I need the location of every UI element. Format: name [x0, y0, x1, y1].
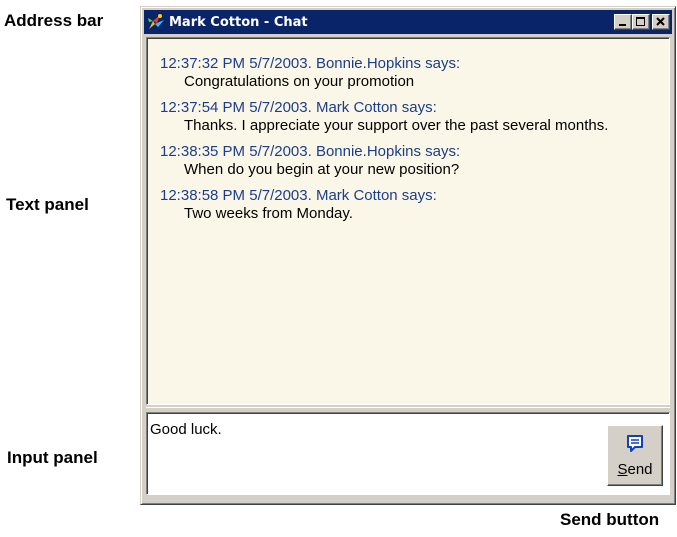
send-label-rest: end	[627, 461, 653, 478]
message-header: 12:38:58 PM 5/7/2003. Mark Cotton says:	[160, 187, 437, 204]
close-button[interactable]	[652, 14, 670, 30]
chat-app-icon	[148, 14, 164, 29]
callout-text-panel: Text panel	[6, 195, 89, 214]
send-button-label: Send	[608, 461, 662, 478]
close-icon	[656, 17, 665, 26]
send-button[interactable]: Send	[607, 425, 663, 486]
message-body: Congratulations on your promotion	[184, 73, 415, 90]
callout-address-bar: Address bar	[4, 11, 104, 30]
text-panel[interactable]: 12:37:32 PM 5/7/2003. Bonnie.Hopkins say…	[146, 37, 670, 405]
maximize-icon	[636, 17, 645, 26]
callout-input-panel: Input panel	[7, 448, 98, 467]
input-panel[interactable]: Send	[146, 412, 670, 495]
message-body: When do you begin at your new position?	[184, 161, 460, 178]
panel-splitter[interactable]	[146, 407, 670, 411]
callout-send-button: Send button	[560, 510, 660, 529]
message-header: 12:37:54 PM 5/7/2003. Mark Cotton says:	[160, 99, 437, 116]
address-bar[interactable]: Mark Cotton - Chat	[144, 10, 672, 34]
chat-message: 12:38:58 PM 5/7/2003. Mark Cotton says: …	[160, 187, 659, 223]
send-message-icon	[627, 435, 643, 452]
window-title: Mark Cotton - Chat	[169, 14, 308, 30]
chat-message: 12:37:32 PM 5/7/2003. Bonnie.Hopkins say…	[160, 55, 659, 91]
minimize-button[interactable]	[614, 14, 632, 30]
send-label-mnemonic: S	[617, 461, 628, 478]
message-header: 12:37:32 PM 5/7/2003. Bonnie.Hopkins say…	[160, 55, 461, 72]
maximize-button[interactable]	[632, 14, 650, 30]
chat-message: 12:38:35 PM 5/7/2003. Bonnie.Hopkins say…	[160, 143, 659, 179]
minimize-icon	[619, 24, 626, 26]
message-header: 12:38:35 PM 5/7/2003. Bonnie.Hopkins say…	[160, 143, 461, 160]
message-input[interactable]	[150, 419, 590, 439]
message-body: Thanks. I appreciate your support over t…	[184, 117, 609, 134]
chat-message: 12:37:54 PM 5/7/2003. Mark Cotton says: …	[160, 99, 659, 135]
chat-window: Mark Cotton - Chat 12:37:32 PM 5/7/2003.…	[140, 6, 676, 505]
message-body: Two weeks from Monday.	[184, 205, 353, 222]
